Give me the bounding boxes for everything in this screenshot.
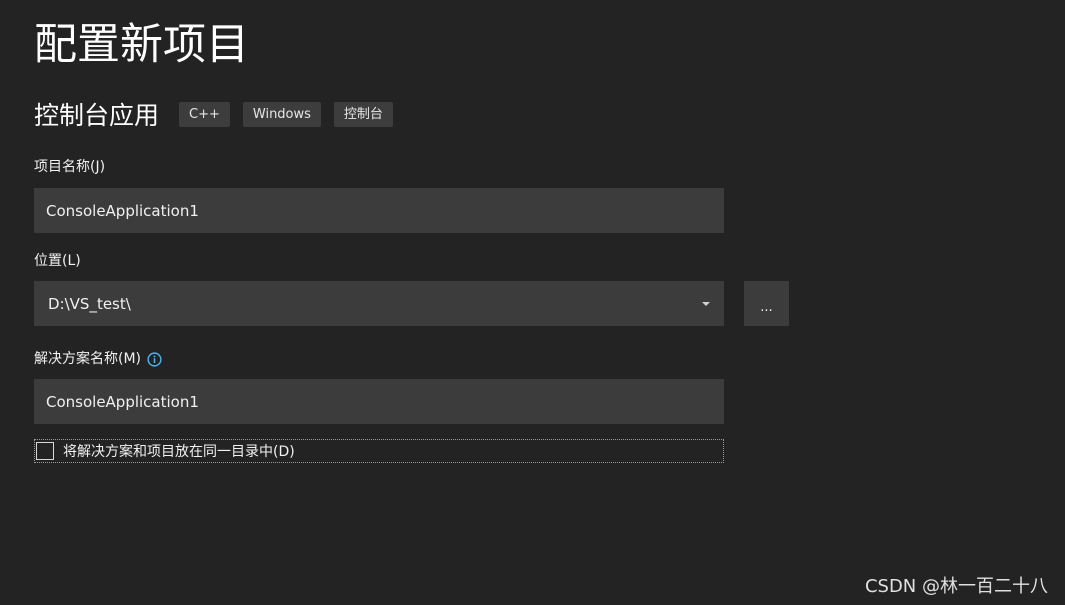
same-directory-label: 将解决方案和项目放在同一目录中(D) [63, 444, 295, 460]
tag-platform: Windows [242, 101, 321, 127]
chevron-down-icon[interactable] [702, 301, 710, 306]
info-icon[interactable] [147, 351, 162, 367]
location-value: D:\VS_test\ [48, 294, 131, 313]
solution-name-label-text: 解决方案名称(M) [34, 351, 142, 367]
location-label: 位置(L) [34, 250, 81, 270]
tag-project-type: 控制台 [333, 101, 393, 127]
template-header: 控制台应用 C++ Windows 控制台 [34, 96, 406, 132]
solution-name-input[interactable] [34, 379, 724, 424]
tag-language: C++ [179, 101, 230, 127]
project-name-input[interactable] [34, 188, 724, 233]
project-name-label-text: 项目名称(J) [34, 159, 106, 175]
location-label-text: 位置(L) [34, 253, 81, 269]
page-title: 配置新项目 [34, 20, 249, 70]
template-name: 控制台应用 [34, 101, 160, 130]
watermark: CSDN @林一百二十八 [864, 576, 1048, 597]
location-select[interactable]: D:\VS_test\ [34, 281, 724, 326]
browse-button[interactable]: ... [744, 281, 789, 326]
same-directory-checkbox[interactable] [36, 442, 54, 460]
same-directory-option[interactable]: 将解决方案和项目放在同一目录中(D) [34, 439, 724, 463]
project-name-label: 项目名称(J) [34, 156, 105, 176]
solution-name-label: 解决方案名称(M) [34, 348, 162, 368]
